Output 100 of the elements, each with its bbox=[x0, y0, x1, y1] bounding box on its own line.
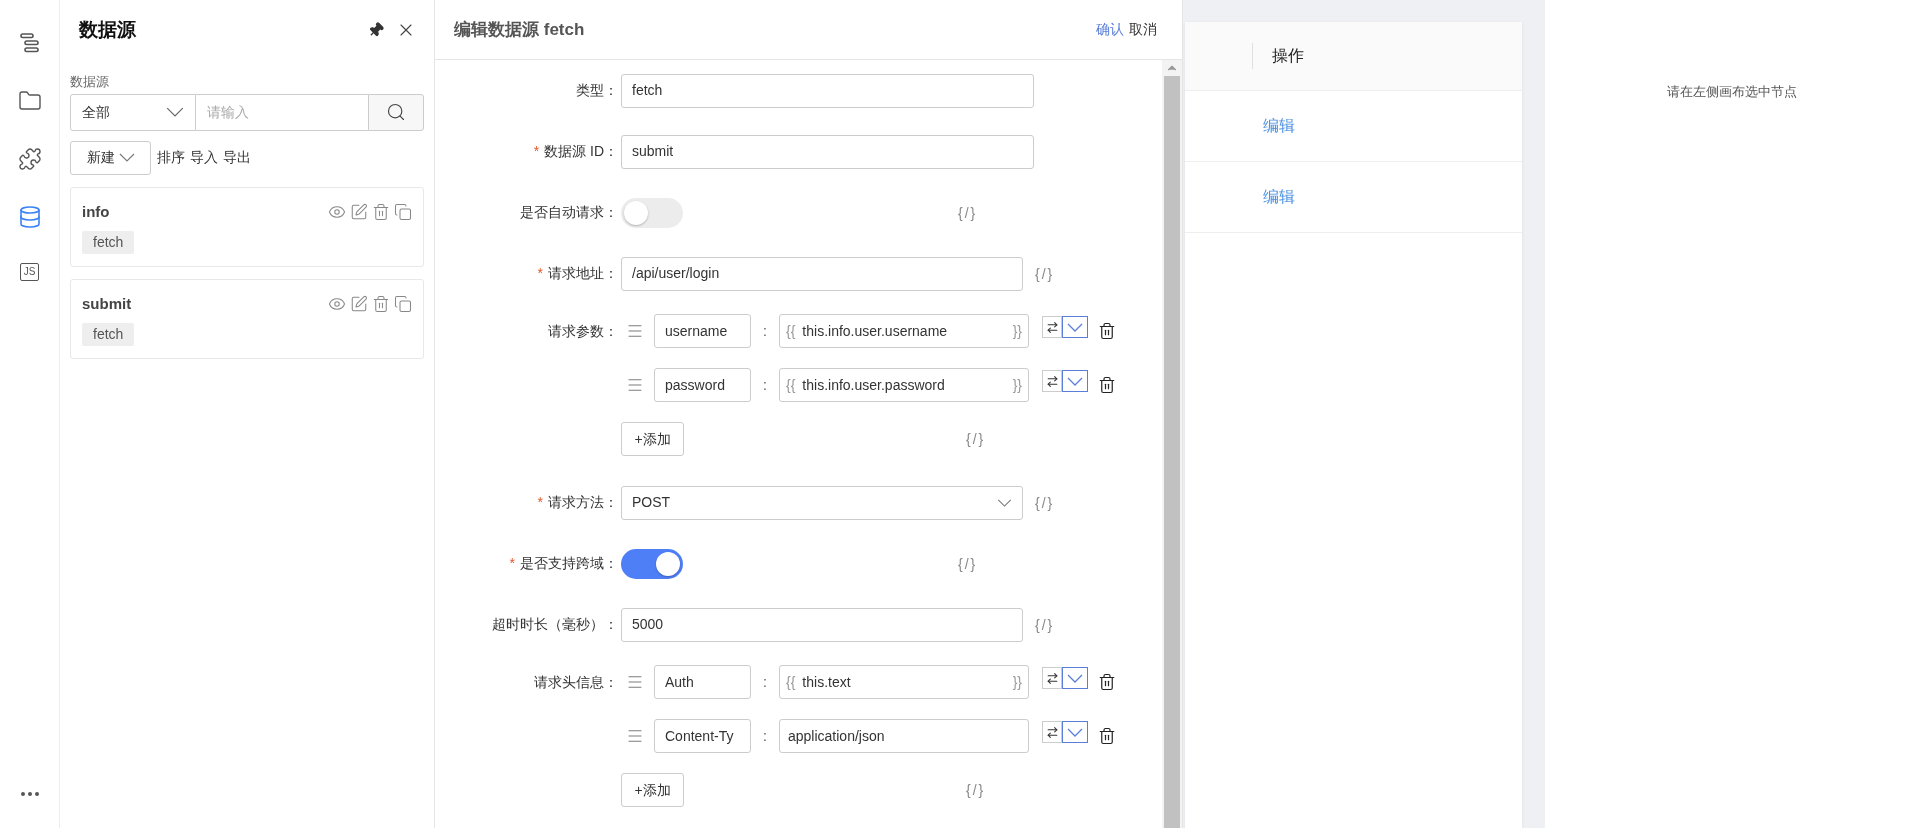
dropdown-button[interactable] bbox=[1062, 667, 1088, 689]
field-label: 数据源 ID： bbox=[544, 142, 618, 161]
required-mark: * bbox=[537, 493, 543, 512]
new-button[interactable]: 新建 bbox=[70, 140, 151, 175]
swap-button[interactable] bbox=[1042, 721, 1062, 743]
expression-toggle[interactable]: {/} bbox=[1035, 265, 1055, 282]
key-input[interactable]: username bbox=[654, 314, 751, 348]
expression-toggle[interactable]: {/} bbox=[958, 555, 978, 572]
delete-icon[interactable] bbox=[1098, 322, 1116, 340]
toolbar-link[interactable]: 导出 bbox=[223, 147, 251, 168]
field-label: 请求参数： bbox=[548, 321, 618, 341]
separator: : bbox=[762, 672, 768, 692]
value-input[interactable]: {{ this.info.user.username }} bbox=[779, 314, 1029, 348]
datasource-name: submit bbox=[82, 293, 132, 314]
expression-toggle[interactable]: {/} bbox=[958, 204, 978, 221]
field-label: 请求地址： bbox=[548, 264, 618, 283]
required-mark: * bbox=[509, 554, 515, 573]
swap-icon bbox=[1045, 320, 1059, 334]
expression-toggle[interactable]: {/} bbox=[1035, 494, 1055, 511]
brace-prefix: {{ bbox=[786, 321, 796, 341]
swap-button[interactable] bbox=[1042, 316, 1062, 338]
puzzle-icon[interactable] bbox=[17, 147, 42, 171]
delete-icon[interactable] bbox=[1098, 727, 1116, 745]
field-label: 是否自动请求： bbox=[520, 203, 618, 222]
outline-icon[interactable] bbox=[17, 31, 42, 55]
edit-link[interactable]: 编辑 bbox=[1263, 114, 1295, 138]
search-field[interactable]: 请输入 bbox=[196, 93, 368, 131]
js-icon[interactable]: JS bbox=[19, 263, 40, 281]
brace-suffix: }} bbox=[1012, 672, 1022, 692]
filter-select[interactable]: 全部 bbox=[70, 93, 196, 131]
swap-button[interactable] bbox=[1042, 667, 1062, 689]
field-label: 请求方法： bbox=[548, 493, 618, 512]
expression-toggle[interactable]: {/} bbox=[966, 431, 986, 447]
field-label: 类型： bbox=[576, 81, 618, 100]
expression-toggle[interactable]: {/} bbox=[966, 782, 986, 798]
chevron-down-icon bbox=[118, 153, 135, 162]
text-input[interactable]: /api/user/login bbox=[621, 256, 1023, 291]
field-label: 请求头信息： bbox=[534, 672, 618, 692]
dropdown-button[interactable] bbox=[1062, 316, 1088, 338]
value-input[interactable]: {{ this.text }} bbox=[779, 665, 1029, 699]
brace-prefix: {{ bbox=[786, 672, 796, 692]
brace-suffix: }} bbox=[1012, 375, 1022, 395]
toggle-switch[interactable] bbox=[621, 548, 683, 579]
separator: : bbox=[762, 321, 768, 341]
folder-icon[interactable] bbox=[17, 89, 42, 113]
swap-icon bbox=[1045, 725, 1059, 739]
chevron-down-icon bbox=[1067, 376, 1083, 386]
delete-icon[interactable] bbox=[1098, 376, 1116, 394]
key-input[interactable]: Content-Ty bbox=[654, 719, 751, 753]
field-label: 是否支持跨域： bbox=[520, 554, 618, 573]
required-mark: * bbox=[537, 264, 543, 283]
add-button[interactable]: +添加 bbox=[621, 773, 684, 807]
copy-icon[interactable] bbox=[394, 202, 412, 221]
value-text: this.info.user.password bbox=[802, 375, 946, 395]
text-input[interactable]: 5000 bbox=[621, 607, 1023, 642]
text-input[interactable]: fetch bbox=[621, 73, 1034, 108]
field-label: 超时时长（毫秒）： bbox=[492, 615, 618, 634]
drag-handle-icon[interactable] bbox=[626, 673, 644, 691]
value-text: application/json bbox=[788, 726, 886, 746]
toolbar-link[interactable]: 排序 bbox=[157, 147, 185, 168]
expression-toggle[interactable]: {/} bbox=[1035, 616, 1055, 633]
dropdown-button[interactable] bbox=[1062, 721, 1088, 743]
editor-title: 编辑数据源 fetch bbox=[454, 18, 585, 41]
separator: : bbox=[762, 726, 768, 746]
select-field[interactable]: POST bbox=[621, 485, 1023, 520]
brace-suffix: }} bbox=[1012, 321, 1022, 341]
text-input[interactable]: submit bbox=[621, 134, 1034, 169]
value-input[interactable]: {{ this.info.user.password }} bbox=[779, 368, 1029, 402]
confirm-button[interactable]: 确认 bbox=[1096, 19, 1124, 40]
search-icon bbox=[386, 102, 406, 122]
delete-icon[interactable] bbox=[1098, 673, 1116, 691]
type-tag: fetch bbox=[82, 323, 135, 346]
add-button[interactable]: +添加 bbox=[621, 422, 684, 456]
copy-icon[interactable] bbox=[394, 294, 412, 313]
value-input[interactable]: application/json bbox=[779, 719, 1029, 753]
scrollbar[interactable] bbox=[1162, 60, 1182, 828]
edit-icon[interactable] bbox=[350, 202, 368, 221]
toggle-switch[interactable] bbox=[621, 197, 683, 228]
drag-handle-icon[interactable] bbox=[626, 727, 644, 745]
value-text: this.info.user.username bbox=[802, 321, 949, 341]
edit-link[interactable]: 编辑 bbox=[1263, 185, 1295, 209]
swap-button[interactable] bbox=[1042, 370, 1062, 392]
drag-handle-icon[interactable] bbox=[626, 376, 644, 394]
panel-title: 数据源 bbox=[79, 17, 136, 42]
toolbar-link[interactable]: 导入 bbox=[190, 147, 218, 168]
swap-icon bbox=[1045, 671, 1059, 685]
datasource-card[interactable]: submit fetch bbox=[70, 278, 424, 359]
datasource-card[interactable]: info fetch bbox=[70, 186, 424, 267]
drag-handle-icon[interactable] bbox=[626, 322, 644, 340]
chevron-down-icon bbox=[1067, 727, 1083, 737]
chevron-down-icon bbox=[1067, 673, 1083, 683]
chevron-down-icon bbox=[166, 107, 184, 117]
search-button[interactable] bbox=[368, 93, 424, 131]
dropdown-button[interactable] bbox=[1062, 370, 1088, 392]
key-input[interactable]: Auth bbox=[654, 665, 751, 699]
database-icon[interactable] bbox=[17, 205, 42, 229]
type-tag: fetch bbox=[82, 231, 135, 254]
cancel-button[interactable]: 取消 bbox=[1129, 19, 1157, 40]
key-input[interactable]: password bbox=[654, 368, 751, 402]
edit-icon[interactable] bbox=[350, 294, 368, 313]
